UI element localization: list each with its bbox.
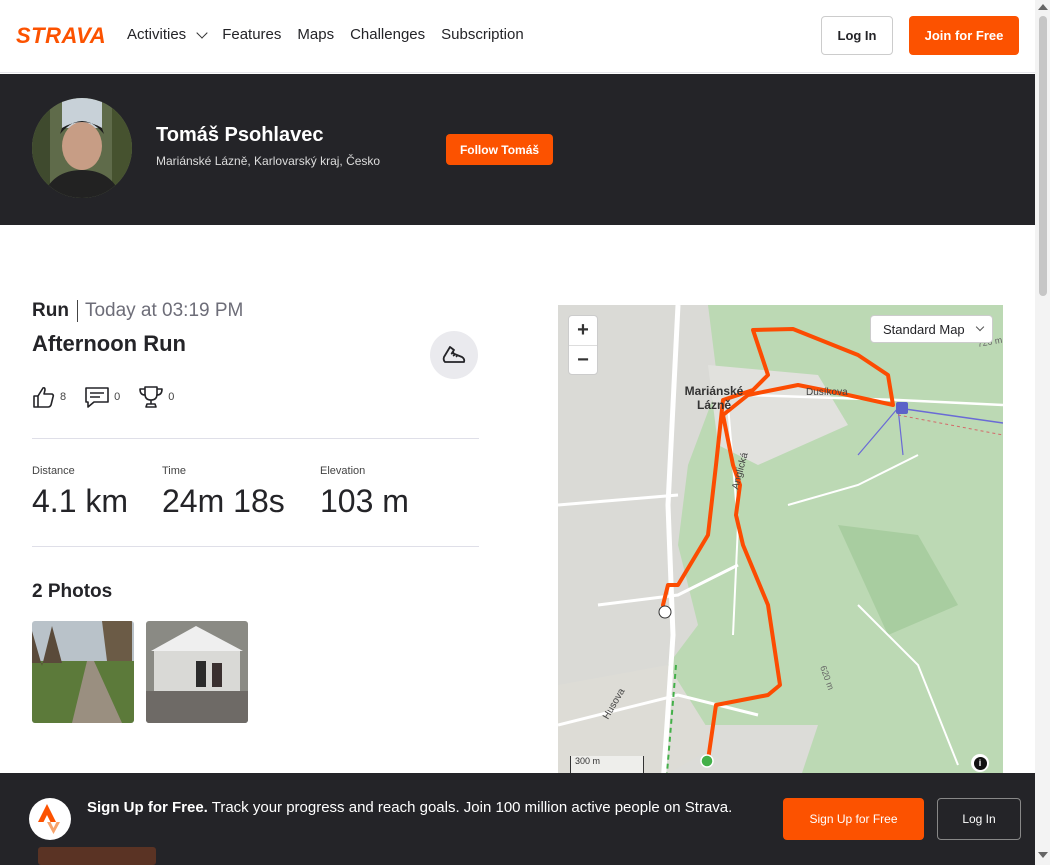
map-street-label: Dusíkova (806, 387, 848, 398)
comments-count: 0 (114, 391, 121, 403)
stat-value: 4.1 km (32, 483, 129, 519)
map-scale: 300 m (570, 756, 644, 774)
join-button[interactable]: Join for Free (909, 16, 1019, 55)
map-town-label: Mariánské (685, 384, 744, 398)
cablecar-icon (896, 402, 908, 414)
nav-features[interactable]: Features (222, 26, 281, 43)
comment-icon (85, 387, 109, 408)
achievements-count: 0 (168, 391, 175, 403)
scroll-up-arrow-icon[interactable] (1038, 4, 1048, 10)
banner-headline: Sign Up for Free. (87, 799, 208, 816)
social-actions: 8 0 0 (32, 385, 188, 409)
stat-distance: Distance 4.1 km (32, 465, 128, 520)
strava-logo[interactable]: STRAVA (16, 23, 111, 50)
map-info-button[interactable]: i (971, 754, 989, 772)
athlete-location: Mariánské Lázně, Karlovarský kraj, Česko (156, 154, 381, 168)
stat-label: Distance (32, 465, 75, 477)
scrollbar[interactable] (1035, 0, 1050, 865)
kudos-button[interactable]: 8 (32, 385, 66, 409)
banner-text: Sign Up for Free. Track your progress an… (87, 797, 757, 819)
gear-shoe-button[interactable] (430, 331, 478, 379)
route-start-marker (700, 754, 714, 768)
stat-value: 103 m (320, 483, 409, 519)
zoom-in-button[interactable]: + (569, 316, 597, 345)
divider (32, 438, 479, 439)
map-style-select[interactable]: Standard Map (870, 315, 993, 343)
stat-elevation: Elevation 103 m (320, 465, 409, 520)
athlete-name[interactable]: Tomáš Psohlavec (156, 124, 323, 147)
nav-challenges[interactable]: Challenges (350, 26, 425, 43)
stat-time: Time 24m 18s (162, 465, 285, 520)
scroll-down-arrow-icon[interactable] (1038, 852, 1048, 858)
map-canvas[interactable]: Mariánské Lázně Dusíkova Anglická Husova… (558, 305, 1003, 785)
photos-title: 2 Photos (32, 581, 113, 602)
activity-photo[interactable] (146, 621, 248, 723)
follow-button[interactable]: Follow Tomáš (446, 134, 553, 165)
chevron-down-icon (975, 322, 984, 332)
activity-title: Afternoon Run (32, 331, 186, 356)
activity-heading: Run Today at 03:19 PM (32, 300, 243, 322)
stat-value: 24m 18s (162, 483, 285, 519)
signup-banner: Sign Up for Free. Track your progress an… (0, 773, 1035, 865)
kudos-count: 8 (60, 391, 67, 403)
banner-login-button[interactable]: Log In (937, 798, 1021, 840)
activity-photo[interactable] (32, 621, 134, 723)
signup-button[interactable]: Sign Up for Free (783, 798, 924, 840)
map-style-value: Standard Map (883, 321, 965, 337)
banner-body: Track your progress and reach goals. Joi… (207, 799, 733, 816)
map-town-label: Lázně (697, 398, 731, 412)
achievements-button[interactable]: 0 (138, 385, 174, 409)
thumbs-up-icon (33, 386, 55, 408)
banner-underlay (38, 847, 156, 865)
zoom-control: + − (568, 315, 598, 375)
activity-type: Run (32, 300, 78, 322)
route-map[interactable]: Mariánské Lázně Dusíkova Anglická Husova… (558, 305, 1003, 785)
info-icon: i (973, 756, 987, 770)
logo-text: STRAVA (16, 25, 106, 45)
login-button[interactable]: Log In (821, 16, 893, 55)
nav-activities-label: Activities (127, 26, 187, 43)
top-nav: STRAVA Activities Features Maps Challeng… (0, 0, 1035, 73)
zoom-out-button[interactable]: − (569, 345, 597, 374)
stat-label: Time (162, 465, 187, 477)
nav-activities[interactable]: Activities (127, 26, 208, 43)
avatar[interactable] (32, 98, 132, 198)
stat-label: Elevation (320, 465, 366, 477)
scroll-thumb[interactable] (1039, 16, 1047, 296)
shoe-icon (442, 346, 466, 363)
divider (32, 546, 479, 547)
trophy-icon (139, 386, 164, 408)
nav-maps[interactable]: Maps (297, 26, 334, 43)
activity-time: Today at 03:19 PM (84, 300, 244, 321)
nav-subscription[interactable]: Subscription (441, 26, 524, 43)
chevron-down-icon (196, 26, 208, 39)
nav-links: Activities Features Maps Challenges Subs… (127, 26, 524, 43)
athlete-header: Tomáš Psohlavec Mariánské Lázně, Karlova… (0, 74, 1035, 225)
comments-button[interactable]: 0 (84, 385, 120, 409)
route-finish-marker (658, 605, 672, 619)
strava-mark-icon (29, 798, 71, 840)
map-scale-label: 300 m (575, 756, 601, 766)
